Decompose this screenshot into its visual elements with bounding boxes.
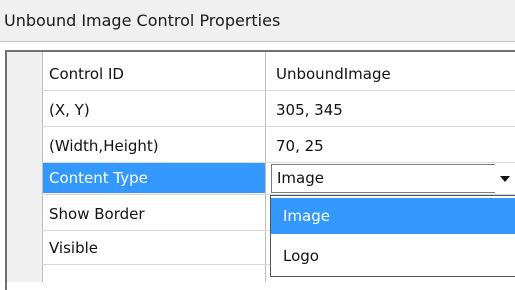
property-value-control-id[interactable]: UnboundImage <box>276 60 391 89</box>
chevron-down-icon[interactable] <box>495 164 515 193</box>
property-name-show-border[interactable]: Show Border <box>49 200 145 229</box>
row-separator <box>42 90 515 91</box>
title-bar: Unbound Image Control Properties <box>0 0 515 42</box>
property-value-position[interactable]: 305, 345 <box>276 96 343 125</box>
dropdown-option-logo[interactable]: Logo <box>271 238 515 274</box>
window-title: Unbound Image Control Properties <box>4 11 281 30</box>
content-type-combobox[interactable]: Image <box>271 164 515 193</box>
row-separator <box>42 230 270 231</box>
property-grid-gutter <box>7 52 42 282</box>
row-separator <box>42 264 270 265</box>
property-value-size[interactable]: 70, 25 <box>276 132 324 161</box>
content-type-combobox-value: Image <box>277 169 324 187</box>
property-name-size[interactable]: (Width,Height) <box>49 132 159 161</box>
property-name-content-type[interactable]: Content Type <box>49 164 148 193</box>
property-name-position[interactable]: (X, Y) <box>49 96 90 125</box>
property-name-visible[interactable]: Visible <box>49 234 98 263</box>
grid-divider <box>265 52 266 282</box>
dropdown-option-image[interactable]: Image <box>271 198 515 234</box>
content-type-dropdown-list: Image Logo <box>270 195 515 277</box>
property-name-control-id[interactable]: Control ID <box>49 60 124 89</box>
row-separator <box>42 126 515 127</box>
